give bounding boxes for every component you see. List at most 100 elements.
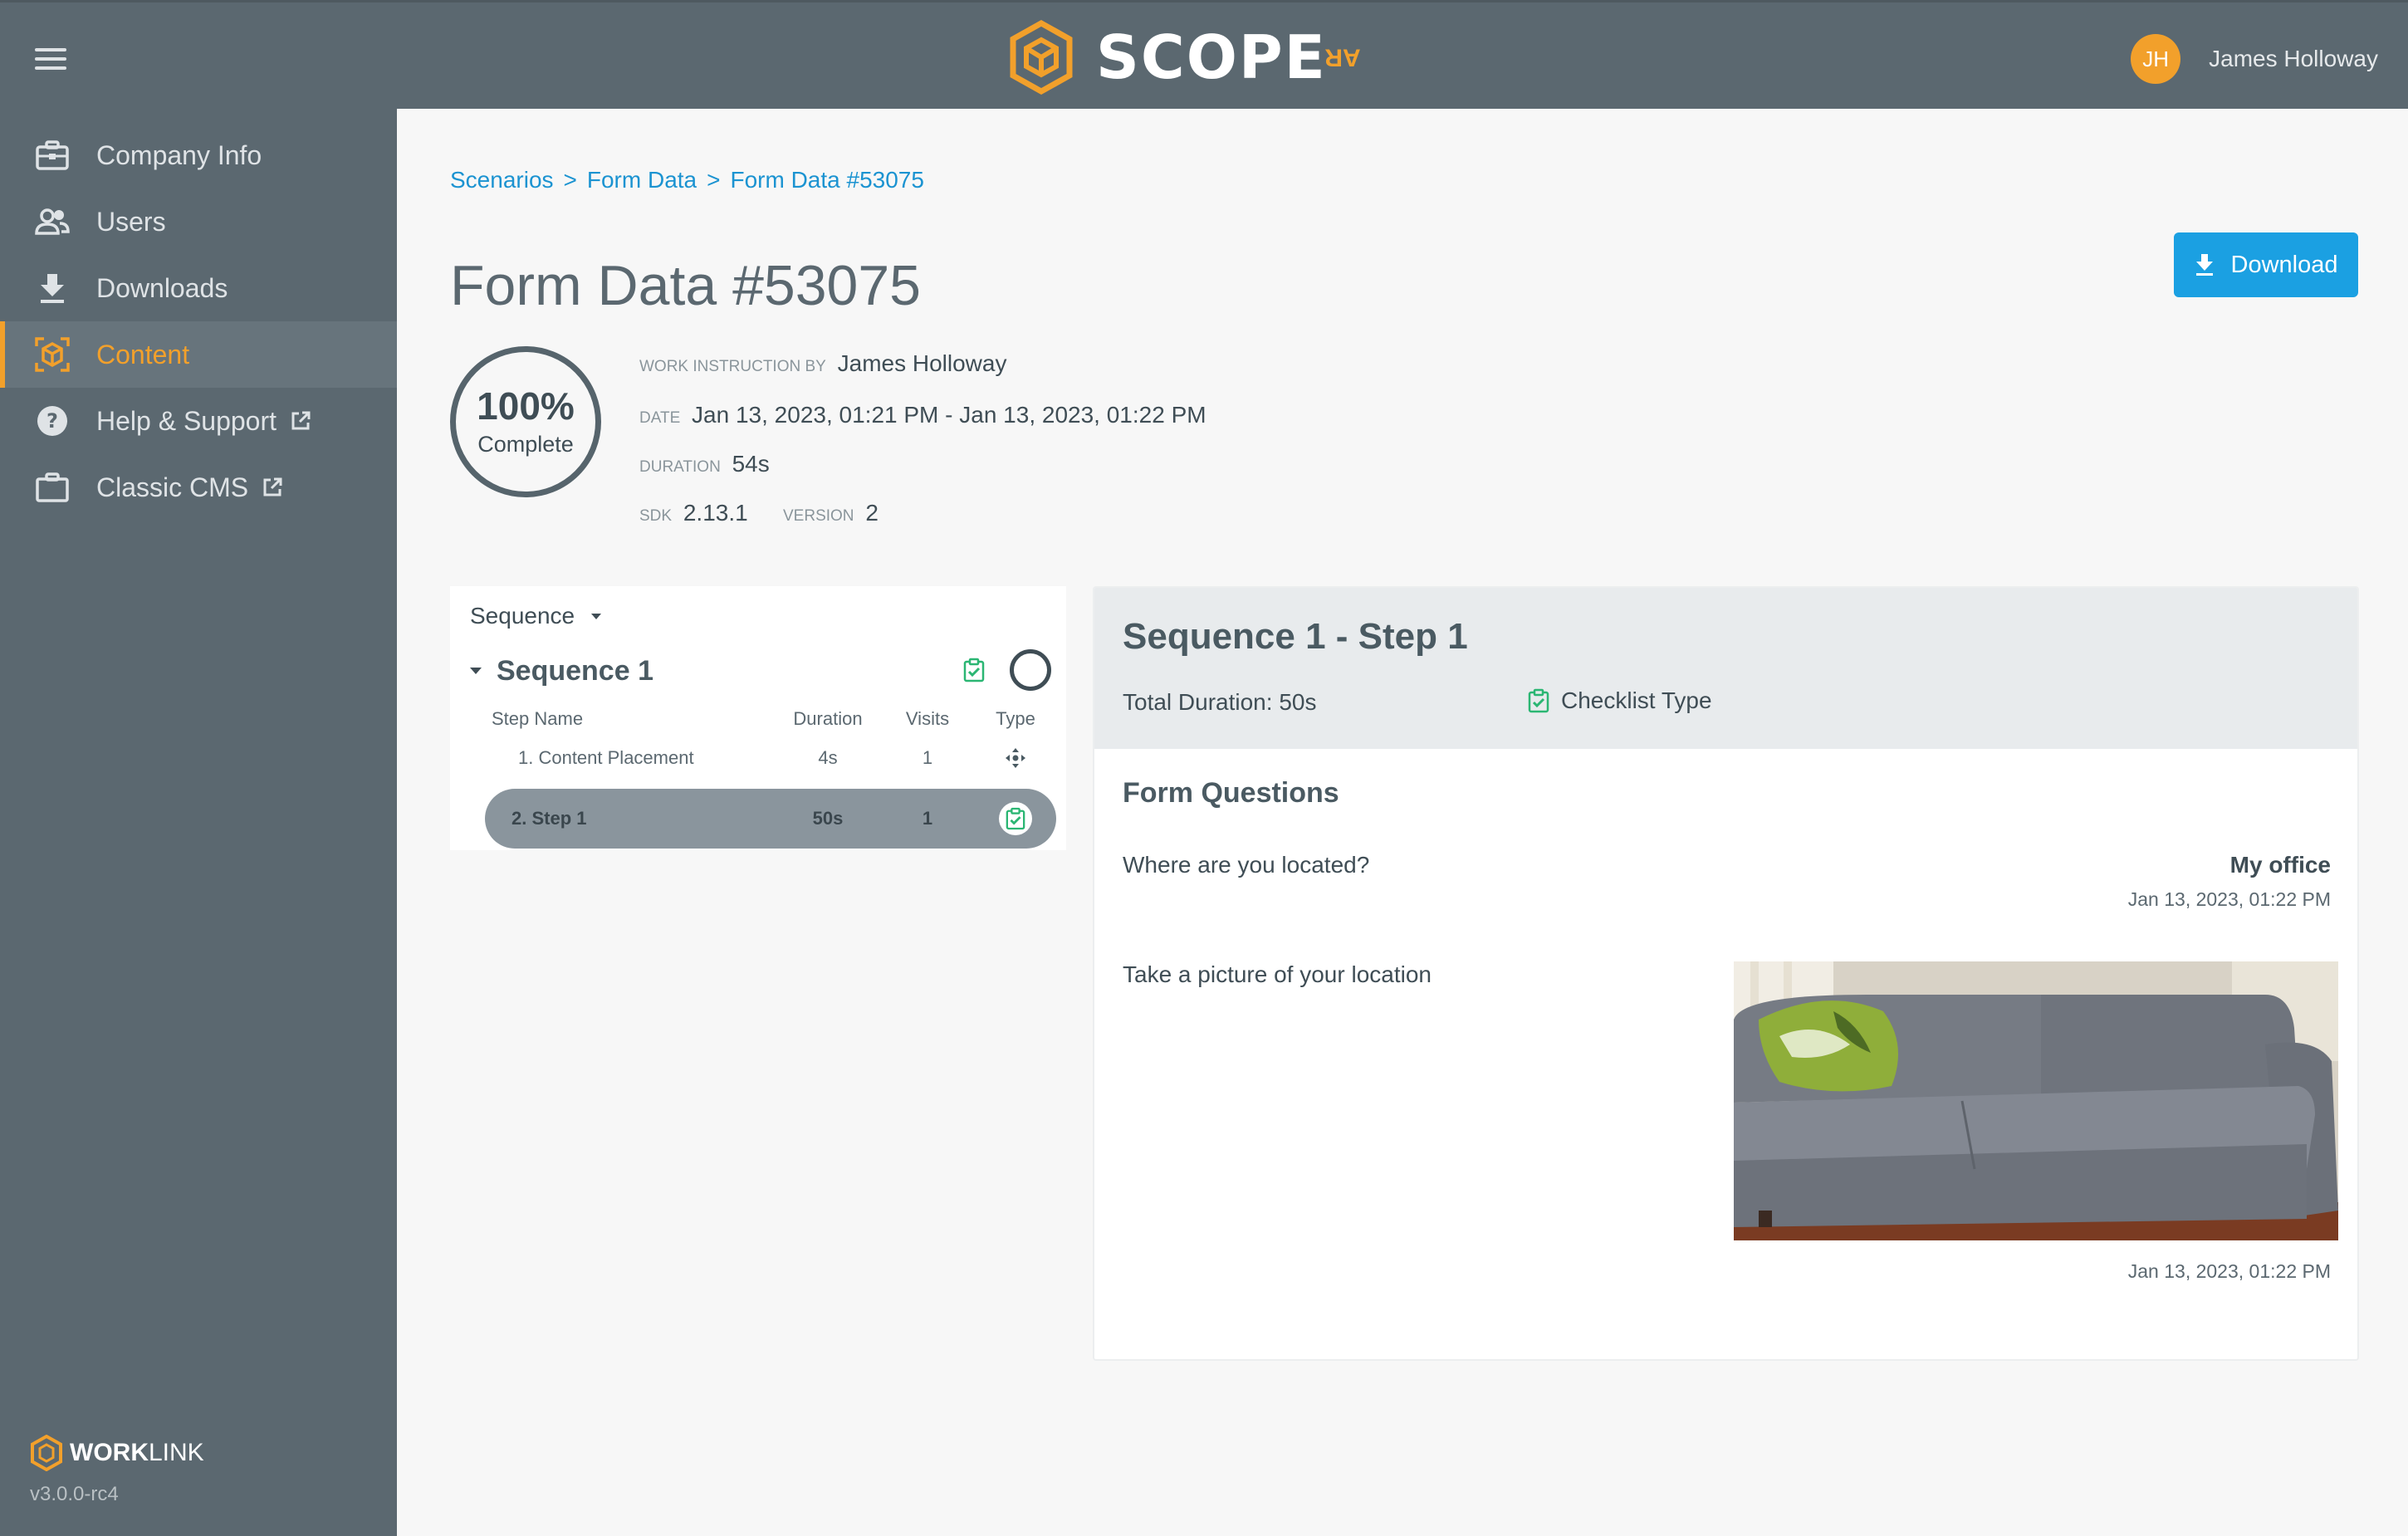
- sidebar-item-label: Downloads: [96, 272, 228, 303]
- meta-date: DATE Jan 13, 2023, 01:21 PM - Jan 13, 20…: [639, 402, 1206, 428]
- sidebar: Company Info Users Downloads Content ? H…: [0, 109, 397, 1536]
- download-button[interactable]: Download: [2174, 232, 2358, 297]
- completion-ring: 100% Complete: [450, 346, 601, 497]
- step-name: 1. Content Placement: [518, 747, 694, 768]
- step-type: [978, 802, 1053, 835]
- cube-icon: [33, 335, 71, 374]
- meta-value: Jan 13, 2023, 01:21 PM - Jan 13, 2023, 0…: [692, 402, 1206, 428]
- meta-key: WORK INSTRUCTION BY: [639, 358, 826, 375]
- sidebar-item-label: Users: [96, 206, 166, 237]
- sidebar-item-downloads[interactable]: Downloads: [0, 255, 397, 321]
- breadcrumb: Scenarios > Form Data > Form Data #53075: [450, 167, 924, 193]
- breadcrumb-link-form-data[interactable]: Form Data: [587, 167, 697, 193]
- folder-icon: [33, 468, 71, 506]
- step-type-label: Checklist Type: [1528, 687, 1712, 714]
- checklist-icon: [963, 658, 985, 682]
- briefcase-icon: [33, 136, 71, 174]
- meta-duration: DURATION 54s: [639, 451, 770, 477]
- move-icon: [1006, 748, 1025, 768]
- column-header: Step Name: [492, 708, 584, 729]
- avatar[interactable]: JH: [2131, 34, 2181, 84]
- question-text: Where are you located?: [1123, 852, 1370, 878]
- breadcrumb-separator: >: [707, 167, 721, 193]
- step-detail-title: Sequence 1 - Step 1: [1123, 616, 1468, 657]
- completion-label: Complete: [477, 431, 574, 457]
- sequence-progress-ring: [1010, 649, 1051, 691]
- download-icon: [2195, 254, 2213, 276]
- meta-value: 2.13.1: [683, 500, 748, 526]
- svg-text:?: ?: [46, 409, 58, 433]
- worklink-rest: LINK: [148, 1439, 204, 1466]
- cube-logo-icon: [1010, 20, 1073, 95]
- breadcrumb-separator: >: [563, 167, 577, 193]
- step-duration: 4s: [818, 747, 838, 768]
- completion-percent: 100%: [477, 384, 575, 428]
- meta-value: 54s: [732, 451, 770, 477]
- table-row-selected[interactable]: 2. Step 1 50s 1: [485, 789, 1056, 849]
- sidebar-item-help-support[interactable]: ? Help & Support: [0, 388, 397, 454]
- breadcrumb-link-current[interactable]: Form Data #53075: [730, 167, 923, 193]
- menu-icon[interactable]: [35, 48, 66, 70]
- sidebar-item-company-info[interactable]: Company Info: [0, 122, 397, 188]
- step-duration: 50s: [812, 808, 844, 829]
- sequence-header[interactable]: Sequence 1: [470, 648, 1051, 694]
- answer-photo[interactable]: [1734, 961, 2338, 1240]
- download-icon: [33, 269, 71, 307]
- column-header: Visits: [905, 708, 950, 729]
- user-name[interactable]: James Holloway: [2209, 46, 2378, 72]
- meta-key: VERSION: [783, 507, 854, 525]
- sidebar-item-label: Classic CMS: [96, 472, 249, 502]
- breadcrumb-link-scenarios[interactable]: Scenarios: [450, 167, 554, 193]
- sequence-title: Sequence 1: [497, 654, 653, 687]
- column-header: Duration: [793, 708, 863, 729]
- sidebar-item-users[interactable]: Users: [0, 188, 397, 255]
- sequence-icons: [963, 649, 1051, 691]
- answer-text: My office: [2229, 852, 2331, 878]
- answer-timestamp: Jan 13, 2023, 01:22 PM: [2127, 888, 2331, 910]
- sidebar-item-content[interactable]: Content: [0, 321, 397, 388]
- user-menu[interactable]: JH James Holloway: [2131, 34, 2378, 84]
- step-type: [978, 747, 1053, 769]
- worklink-logo: WORKLINK: [30, 1435, 204, 1471]
- worklink-cube-icon: [31, 1435, 62, 1471]
- table-row[interactable]: 1. Content Placement 4s 1: [492, 736, 1053, 780]
- worklink-text: WORKLINK: [70, 1439, 204, 1467]
- meta-key: DURATION: [639, 458, 721, 476]
- logo-ar-text: AR: [1324, 44, 1361, 71]
- answer-timestamp: Jan 13, 2023, 01:22 PM: [2127, 1260, 2331, 1282]
- sidebar-item-classic-cms[interactable]: Classic CMS: [0, 454, 397, 521]
- form-questions-title: Form Questions: [1123, 777, 1339, 809]
- meta-version: VERSION 2: [783, 500, 879, 526]
- page-title: Form Data #53075: [450, 254, 921, 317]
- collapse-icon[interactable]: [470, 668, 482, 674]
- checklist-icon: [999, 802, 1032, 835]
- checklist-icon: [1528, 688, 1549, 713]
- external-link-icon: [263, 477, 282, 497]
- step-detail-header: Sequence 1 - Step 1 Total Duration: 50s …: [1094, 588, 2357, 749]
- external-link-icon: [291, 411, 311, 430]
- main-content: Scenarios > Form Data > Form Data #53075 For…: [397, 109, 2408, 1536]
- sidebar-item-label: Content: [96, 339, 190, 369]
- top-bar: SCOPE AR JH James Holloway: [0, 0, 2408, 109]
- scope-ar-logo[interactable]: SCOPE AR: [1008, 17, 1361, 97]
- sequence-dropdown-label: Sequence: [470, 603, 575, 629]
- steps-table: Step Name Duration Visits Type 1. Conten…: [485, 702, 1056, 849]
- sidebar-item-label: Help & Support: [96, 405, 277, 436]
- table-header: Step Name Duration Visits Type: [492, 702, 1053, 736]
- meta-key: SDK: [639, 507, 673, 525]
- meta-value: James Holloway: [837, 350, 1007, 376]
- sequence-panel: Sequence Sequence 1 Step Name Duration V…: [450, 586, 1066, 850]
- column-header: Type: [996, 708, 1035, 729]
- chevron-down-icon: [591, 613, 602, 619]
- meta-value: 2: [865, 500, 879, 526]
- step-visits: 1: [922, 808, 933, 829]
- meta-key: DATE: [639, 409, 681, 427]
- sequence-dropdown[interactable]: Sequence: [470, 603, 602, 629]
- step-visits: 1: [922, 747, 933, 768]
- sidebar-item-label: Company Info: [96, 139, 262, 170]
- logo-text: SCOPE: [1096, 22, 1327, 92]
- app-version: v3.0.0-rc4: [30, 1483, 119, 1505]
- step-detail-panel: Sequence 1 - Step 1 Total Duration: 50s …: [1093, 586, 2359, 1361]
- users-icon: [33, 203, 71, 241]
- download-label: Download: [2230, 251, 2338, 278]
